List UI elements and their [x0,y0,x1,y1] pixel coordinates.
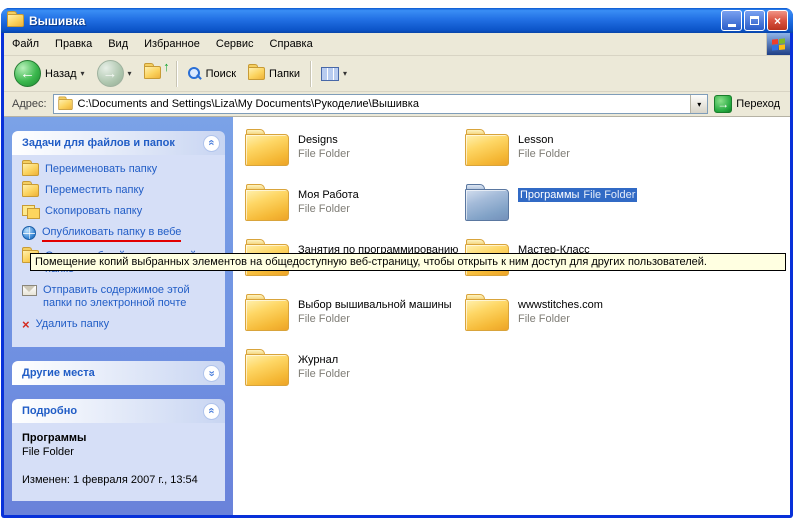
menu-edit[interactable]: Правка [47,33,100,55]
menu-help[interactable]: Справка [262,33,321,55]
go-icon: → [714,95,732,113]
window-title: Вышивка [29,14,716,28]
file-item-zhurnal[interactable]: ЖурналFile Folder [245,351,459,406]
toolbar-separator [176,61,177,87]
file-tasks-title: Задачи для файлов и папок [22,137,175,149]
folder-icon-selected [465,189,509,221]
file-item-lesson[interactable]: LessonFile Folder [465,131,679,186]
other-places-title: Другие места [22,367,95,379]
search-button[interactable]: Поиск [181,58,242,90]
address-folder-icon [58,98,72,109]
maximize-button[interactable] [744,10,765,31]
folder-icon [245,299,289,331]
file-tasks-header[interactable]: Задачи для файлов и папок » [12,131,225,155]
forward-button[interactable]: → ▾ [91,58,138,90]
move-folder-icon [22,184,39,197]
address-label: Адрес: [8,98,53,110]
search-label: Поиск [206,68,236,80]
up-button[interactable]: ↑ [138,58,172,90]
window-body: Задачи для файлов и папок » Переименоват… [4,117,790,515]
folder-icon [245,189,289,221]
maximize-icon [750,16,759,25]
folders-icon [248,67,265,80]
tooltip: Помещение копий выбранных элементов на о… [30,253,786,271]
folder-icon [465,134,509,166]
address-dropdown-button[interactable]: ▾ [690,95,707,113]
views-dropdown-icon: ▾ [343,69,347,78]
window-folder-icon [7,14,24,27]
task-delete-folder[interactable]: × Удалить папку [22,318,221,331]
panel-other-places: Другие места » [12,361,225,385]
folder-icon [245,134,289,166]
address-value: C:\Documents and Settings\Liza\My Docume… [78,98,691,110]
toolbar-separator [310,61,311,87]
search-icon [187,66,202,81]
delete-icon: × [22,318,30,331]
details-body: Программы File Folder Изменен: 1 февраля… [12,423,225,501]
details-header[interactable]: Подробно » [12,399,225,423]
windows-flag-icon [772,38,785,50]
forward-dropdown-icon[interactable]: ▾ [128,69,132,78]
task-rename-folder[interactable]: Переименовать папку [22,163,221,176]
file-item-designs[interactable]: DesignsFile Folder [245,131,459,186]
folder-icon [245,354,289,386]
address-bar: Адрес: C:\Documents and Settings\Liza\My… [4,92,790,117]
rename-folder-icon [22,163,39,176]
up-folder-icon [144,66,161,79]
task-copy-folder[interactable]: Скопировать папку [22,205,221,218]
panel-details: Подробно » Программы File Folder Изменен… [12,399,225,501]
views-icon [321,67,339,81]
collapse-chevron-icon[interactable]: » [203,135,220,152]
menu-view[interactable]: Вид [100,33,136,55]
file-item-programmy-selected[interactable]: ПрограммыFile Folder [465,186,679,241]
details-title: Подробно [22,405,77,417]
address-input[interactable]: C:\Documents and Settings\Liza\My Docume… [53,94,709,114]
minimize-button[interactable] [721,10,742,31]
menu-file[interactable]: Файл [4,33,47,55]
details-type: File Folder [22,445,221,459]
toolbar: ← Назад ▾ → ▾ ↑ Поиск Папки ▾ [4,56,790,92]
go-button[interactable]: → Переход [708,95,786,113]
other-places-header[interactable]: Другие места » [12,361,225,385]
panel-file-tasks: Задачи для файлов и папок » Переименоват… [12,131,225,347]
menu-favorites[interactable]: Избранное [136,33,208,55]
close-button[interactable]: × [767,10,788,31]
file-list: DesignsFile Folder LessonFile Folder Моя… [233,117,790,515]
task-publish-folder[interactable]: Опубликовать папку в вебе [22,226,221,242]
title-bar[interactable]: Вышивка × [1,8,793,33]
task-move-folder[interactable]: Переместить папку [22,184,221,197]
explorer-window: Вышивка × Файл Правка Вид Избранное Серв… [1,8,793,518]
details-name: Программы [22,431,221,445]
minimize-icon [728,24,736,27]
folders-label: Папки [269,68,300,80]
up-arrow-icon: ↑ [163,59,170,74]
file-tasks-body: Переименовать папку Переместить папку Ск… [12,155,225,347]
task-pane: Задачи для файлов и папок » Переименоват… [4,117,233,515]
back-icon: ← [14,60,41,87]
email-icon [22,285,37,296]
forward-icon: → [97,60,124,87]
windows-logo [766,33,790,55]
expand-chevron-icon[interactable]: » [203,365,220,382]
go-label: Переход [736,98,780,110]
views-button[interactable]: ▾ [315,58,353,90]
details-modified: Изменен: 1 февраля 2007 г., 13:54 [22,473,221,487]
copy-folder-icon [22,205,39,218]
menu-bar: Файл Правка Вид Избранное Сервис Справка [4,33,790,56]
file-item-vybor-mashiny[interactable]: Выбор вышивальной машиныFile Folder [245,296,459,351]
folders-button[interactable]: Папки [242,58,306,90]
publish-web-icon [22,226,36,240]
back-label: Назад [45,68,77,80]
task-email-folder[interactable]: Отправить содержимое этой папки по элект… [22,284,221,310]
file-item-moya-rabota[interactable]: Моя РаботаFile Folder [245,186,459,241]
folder-icon [465,299,509,331]
menu-tools[interactable]: Сервис [208,33,262,55]
back-button[interactable]: ← Назад ▾ [8,58,91,90]
collapse-chevron-icon[interactable]: » [203,403,220,420]
file-item-wwwstitches[interactable]: wwwstitches.comFile Folder [465,296,679,351]
back-dropdown-icon[interactable]: ▾ [81,69,85,78]
